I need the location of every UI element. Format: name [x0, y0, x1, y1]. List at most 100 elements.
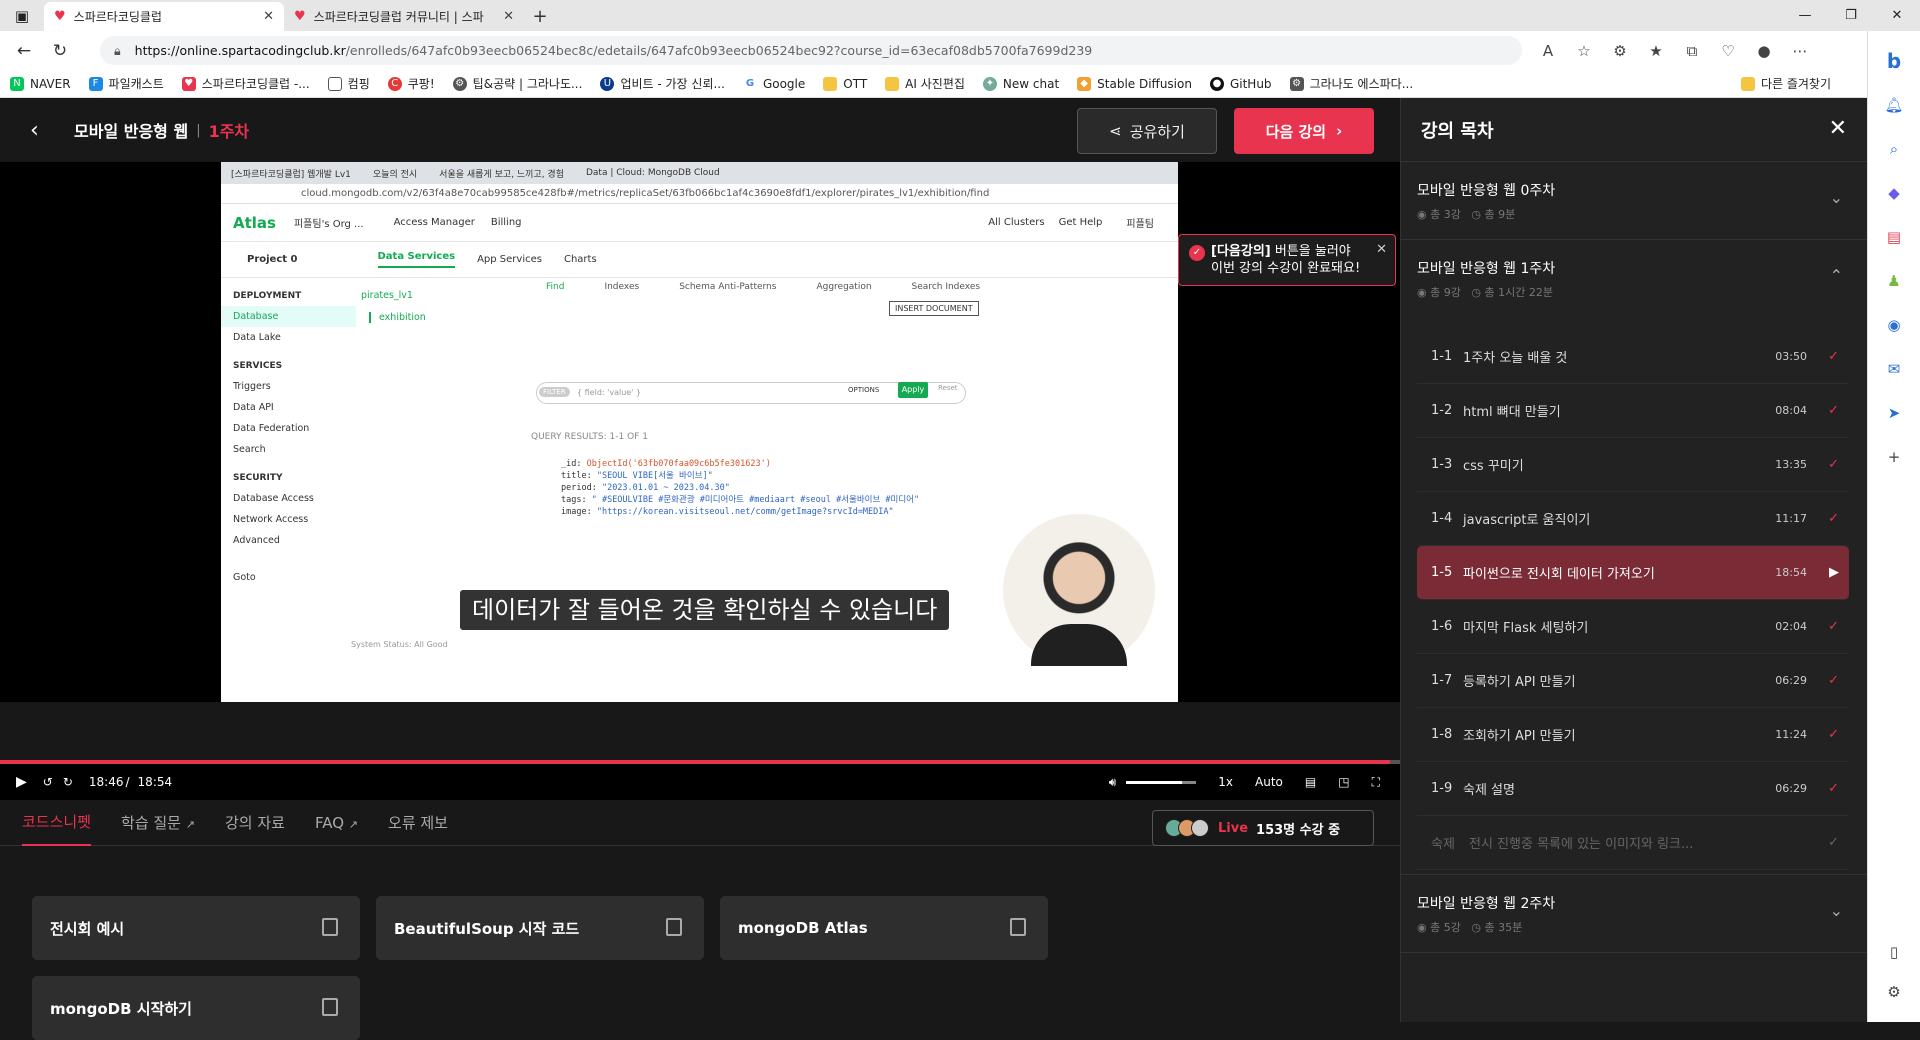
bookmark-filecast[interactable]: F 파일캐스트 — [88, 75, 164, 92]
bing-copilot-icon[interactable]: b — [1878, 45, 1910, 77]
game-icon: ⚙ — [452, 76, 467, 91]
copy-icon[interactable] — [666, 918, 682, 936]
captions-icon[interactable]: ▤ — [1305, 775, 1316, 789]
external-link-icon: ↗ — [185, 818, 195, 831]
lesson-item[interactable]: 1-9 숙제 설명 06:29 ✓ — [1417, 762, 1849, 816]
bookmark-sparta[interactable]: ♥ 스파르타코딩클럽 -... — [181, 75, 310, 92]
fullscreen-icon[interactable]: ⛶ — [1372, 775, 1380, 790]
check-icon: ✓ — [1828, 727, 1839, 742]
bookmark-upbit[interactable]: U 업비트 - 가장 신뢰... — [600, 75, 725, 92]
browser-tab-1[interactable]: ♥ 스파르타코딩클럽 ✕ — [44, 2, 284, 31]
quality-selector[interactable]: Auto — [1255, 775, 1283, 789]
week-2-header[interactable]: 모바일 반응형 웹 2주차 ◉ 총 5강 ◷ 총 35분 ⌄ — [1401, 875, 1867, 953]
atlas-options: OPTIONS — [848, 386, 880, 394]
week-1-header[interactable]: 모바일 반응형 웹 1주차 ◉ 총 9강 ◷ 총 1시간 22분 ⌃ — [1401, 240, 1867, 318]
bookmark-github[interactable]: ● GitHub — [1209, 76, 1272, 91]
read-aloud-icon[interactable]: A — [1530, 42, 1566, 60]
shopping-tag-icon[interactable]: ◆ — [1878, 177, 1910, 209]
bookmark-new-chat[interactable]: ✦ New chat — [982, 76, 1059, 91]
lesson-item-current[interactable]: 1-5 파이썬으로 전시회 데이터 가져오기 18:54 ▶ — [1417, 546, 1849, 600]
chevron-up-icon: ⌃ — [1829, 266, 1843, 285]
bookmark-coupang[interactable]: C 쿠팡! — [387, 75, 435, 92]
browser-tab-2[interactable]: ♥ 스파르타코딩클럽 커뮤니티 | 스파 ✕ — [284, 2, 524, 31]
restore-icon[interactable]: ❐ — [1828, 0, 1874, 31]
volume-icon[interactable]: 🔊︎ — [1109, 775, 1117, 790]
tab-materials[interactable]: 강의 자료 — [225, 800, 285, 845]
hide-sidebar-icon[interactable]: ▯ — [1878, 936, 1910, 968]
lesson-item[interactable]: 1-2 html 뼈대 만들기 08:04 ✓ — [1417, 384, 1849, 438]
tab-questions[interactable]: 학습 질문 ↗ — [121, 800, 195, 845]
snippet-card[interactable]: 전시회 예시 — [32, 896, 360, 960]
minimize-icon[interactable]: — — [1782, 0, 1828, 31]
copy-icon[interactable] — [1010, 918, 1026, 936]
forward-10-icon[interactable]: ↻ — [63, 775, 73, 789]
bookmark-compping[interactable]: 컴핑 — [327, 75, 370, 92]
tab-code-snippets[interactable]: 코드스니펫 — [22, 799, 92, 846]
share-button[interactable]: ⋖ 공유하기 — [1077, 108, 1217, 154]
snippet-card[interactable]: mongoDB 시작하기 — [32, 976, 360, 1040]
drop-icon[interactable]: ➤ — [1878, 397, 1910, 429]
back-icon[interactable]: ← — [6, 35, 42, 67]
refresh-icon[interactable]: ↻ — [42, 35, 78, 67]
close-window-icon[interactable]: ✕ — [1874, 0, 1920, 31]
lesson-item[interactable]: 1-7 등록하기 API 만들기 06:29 ✓ — [1417, 654, 1849, 708]
bookmark-granado-tips[interactable]: ⚙ 팁&공략 | 그라나도... — [452, 75, 582, 92]
snippet-card[interactable]: mongoDB Atlas — [720, 896, 1048, 960]
favorites-icon[interactable]: ★ — [1638, 42, 1674, 60]
extensions-icon[interactable]: ⚙ — [1602, 42, 1638, 60]
lesson-item-homework[interactable]: 숙제 전시 진행중 목록에 있는 이미지와 링크... ✓ — [1417, 816, 1849, 870]
tab-actions-icon[interactable]: ▣ — [0, 0, 44, 31]
back-arrow-icon[interactable]: ‹ — [30, 118, 50, 143]
current-time: 18:46 — [88, 775, 124, 789]
copy-icon[interactable] — [322, 998, 338, 1016]
week-0-header[interactable]: 모바일 반응형 웹 0주차 ◉ 총 3강 ◷ 총 9분 ⌄ — [1401, 162, 1867, 240]
lesson-item[interactable]: 1-3 css 꾸미기 13:35 ✓ — [1417, 438, 1849, 492]
notification-bell-icon[interactable]: 🔔︎ — [1878, 89, 1910, 121]
tab-error-report[interactable]: 오류 제보 — [388, 800, 448, 845]
bookmark-ott[interactable]: OTT — [823, 76, 867, 91]
game-icon: ⚙ — [1289, 76, 1304, 91]
google-icon: G — [742, 76, 757, 91]
close-tab-icon[interactable]: ✕ — [263, 9, 274, 24]
close-tab-icon[interactable]: ✕ — [503, 9, 514, 24]
snippet-card[interactable]: BeautifulSoup 시작 코드 — [376, 896, 704, 960]
new-tab-button[interactable]: + — [524, 2, 556, 31]
search-icon[interactable]: ⌕ — [1878, 133, 1910, 165]
url-field[interactable]: 🔒︎ https://online.spartacodingclub.kr/en… — [100, 36, 1522, 65]
close-tooltip-icon[interactable]: ✕ — [1376, 241, 1387, 258]
microsoft-365-icon[interactable]: ◉ — [1878, 309, 1910, 341]
lesson-item[interactable]: 1-6 마지막 Flask 세팅하기 02:04 ✓ — [1417, 600, 1849, 654]
outlook-icon[interactable]: ✉ — [1878, 353, 1910, 385]
pip-icon[interactable]: ◳ — [1338, 775, 1349, 789]
close-outline-icon[interactable]: ✕ — [1829, 116, 1847, 141]
browser-essentials-icon[interactable]: ♡ — [1710, 42, 1746, 60]
lesson-item[interactable]: 1-8 조회하기 API 만들기 11:24 ✓ — [1417, 708, 1849, 762]
collections-icon[interactable]: ⧉ — [1674, 42, 1710, 60]
github-icon: ● — [1209, 76, 1224, 91]
live-count: 153명 수강 중 — [1256, 822, 1341, 838]
play-icon[interactable]: ▶ — [16, 774, 27, 790]
bookmark-granado[interactable]: ⚙ 그라나도 에스파다... — [1289, 75, 1413, 92]
add-icon[interactable]: + — [1878, 441, 1910, 473]
sidebar-settings-icon[interactable]: ⚙ — [1878, 976, 1910, 1008]
atlas-sidebar: DEPLOYMENT Database Data Lake SERVICES T… — [221, 278, 356, 588]
bookmark-naver[interactable]: N NAVER — [10, 76, 71, 91]
bookmark-other-favorites[interactable]: 다른 즐겨찾기 — [1740, 75, 1831, 92]
profile-avatar-icon[interactable]: ● — [1746, 42, 1782, 60]
volume-slider[interactable] — [1126, 780, 1197, 784]
tools-icon[interactable]: ▤ — [1878, 221, 1910, 253]
next-lecture-button[interactable]: 다음 강의 › — [1234, 108, 1374, 154]
games-icon[interactable]: ♟ — [1878, 265, 1910, 297]
lesson-item[interactable]: 1-4 javascript로 움직이기 11:17 ✓ — [1417, 492, 1849, 546]
playback-speed[interactable]: 1x — [1218, 775, 1233, 789]
bookmark-google[interactable]: G Google — [742, 76, 805, 91]
bookmark-stable-diffusion[interactable]: ◆ Stable Diffusion — [1077, 76, 1192, 91]
bookmark-ai-photo[interactable]: AI 사진편집 — [885, 75, 965, 92]
lesson-item[interactable]: 1-1 1주차 오늘 배울 것 03:50 ✓ — [1417, 330, 1849, 384]
more-icon[interactable]: ⋯ — [1782, 42, 1818, 60]
edge-sidebar: b 🔔︎ ⌕ ◆ ▤ ♟ ◉ ✉ ➤ + ⚙ ▯ — [1867, 31, 1920, 1022]
favorite-star-icon[interactable]: ☆ — [1566, 42, 1602, 60]
copy-icon[interactable] — [322, 918, 338, 936]
rewind-10-icon[interactable]: ↺ — [43, 775, 53, 789]
tab-faq[interactable]: FAQ ↗ — [315, 802, 358, 844]
